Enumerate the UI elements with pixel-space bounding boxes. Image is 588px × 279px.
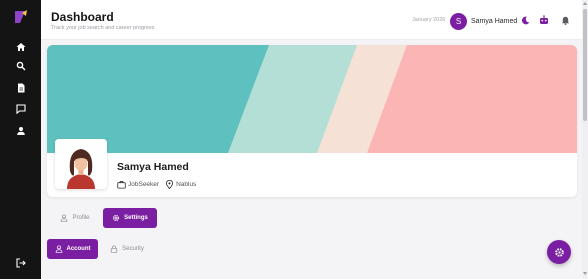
top-header: Dashboard Track your job search and care… [41, 0, 582, 40]
person-outline-icon [55, 245, 62, 253]
lock-icon [110, 245, 118, 253]
sidebar-item-profile[interactable] [12, 122, 29, 139]
profile-card: Samya Hamed JobSeeker Nablus [47, 45, 577, 197]
profile-meta: JobSeeker Nablus [117, 179, 196, 189]
subtab-security[interactable]: Security [103, 239, 151, 259]
profile-name: Samya Hamed [117, 161, 189, 173]
gear-icon [554, 247, 564, 257]
document-icon [17, 83, 24, 92]
robot-icon [540, 15, 548, 24]
moon-icon [521, 16, 529, 24]
chat-icon [15, 103, 26, 114]
sidebar-item-home[interactable] [12, 38, 29, 55]
tab-profile-label: Profile [72, 215, 90, 221]
logout-icon [15, 257, 26, 268]
page-title: Dashboard [51, 10, 114, 24]
subtab-security-label: Security [122, 246, 144, 252]
app-logo-icon[interactable] [12, 8, 30, 26]
user-menu[interactable]: S Samya Hamed [450, 12, 517, 30]
tab-settings[interactable]: Settings [103, 208, 157, 228]
location-pin-icon [166, 179, 174, 189]
briefcase-icon [117, 180, 126, 189]
avatar: S [450, 12, 467, 30]
scroll-down-arrow-icon[interactable] [583, 272, 587, 275]
search-icon [16, 61, 25, 70]
sidebar-logout[interactable] [12, 254, 29, 271]
user-name: Samya Hamed [471, 17, 518, 25]
assistant-button[interactable] [538, 14, 550, 26]
scrollbar-thumb[interactable] [583, 9, 587, 121]
profile-banner [47, 45, 577, 153]
person-icon [16, 126, 25, 135]
gear-icon [113, 214, 120, 222]
current-date: January 2026 [412, 17, 446, 23]
tab-profile[interactable]: Profile [53, 208, 97, 228]
person-outline-icon [61, 214, 68, 222]
profile-photo [55, 139, 107, 189]
tab-settings-label: Settings [124, 215, 148, 221]
home-icon [16, 42, 25, 51]
profile-location: Nablus [176, 180, 197, 188]
notifications-button[interactable] [559, 14, 571, 26]
sidebar-item-messages[interactable] [12, 100, 29, 117]
profile-role: JobSeeker [128, 180, 160, 188]
sidebar-item-documents[interactable] [12, 79, 29, 96]
theme-toggle-button[interactable] [519, 14, 531, 26]
sidebar [0, 0, 41, 279]
bell-icon [561, 16, 569, 25]
subtab-account-label: Account [66, 246, 91, 252]
scroll-up-arrow-icon[interactable] [583, 2, 587, 5]
page-subtitle: Track your job search and career progres… [51, 25, 155, 31]
subtab-account[interactable]: Account [47, 239, 98, 259]
floating-settings-button[interactable] [547, 240, 571, 264]
sidebar-item-search[interactable] [12, 57, 29, 74]
